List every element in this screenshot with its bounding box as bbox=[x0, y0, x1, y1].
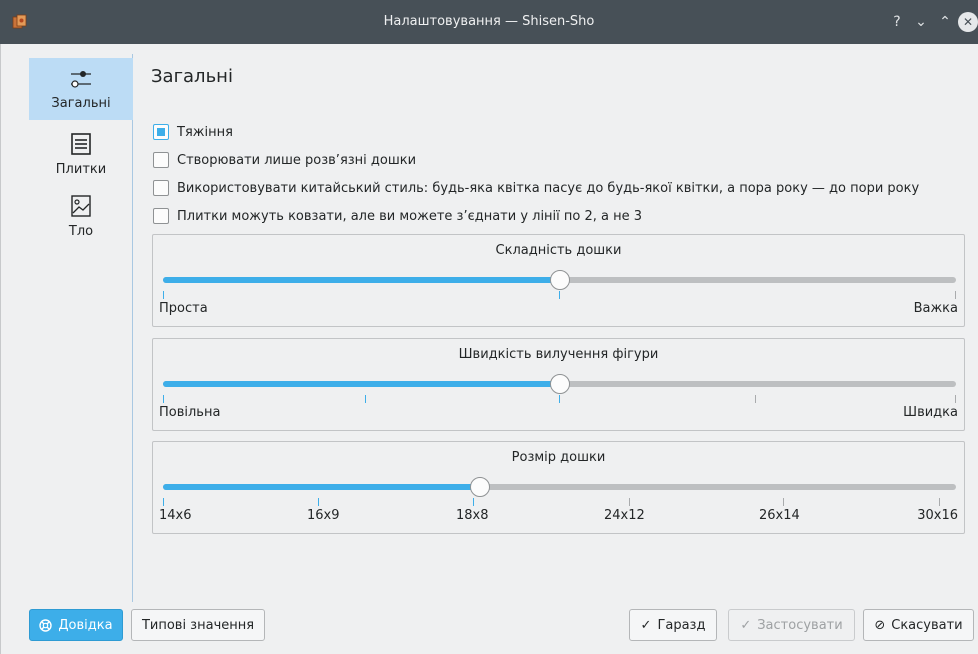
chinese-style-checkbox[interactable] bbox=[153, 180, 169, 196]
minimize-button[interactable]: ⌄ bbox=[912, 13, 930, 31]
sidebar-item-tiles[interactable]: Плитки bbox=[29, 124, 133, 186]
slider-labels: Проста Важка bbox=[159, 301, 958, 317]
check-icon: ✓ bbox=[640, 617, 652, 633]
group-title: Складність дошки bbox=[495, 243, 622, 258]
settings-sidebar: Загальні Плитки Тло bbox=[13, 54, 133, 602]
check-icon: ✓ bbox=[740, 617, 752, 633]
option-label: Плитки можуть ковзати, але ви можете з’є… bbox=[177, 208, 643, 224]
settings-dialog: Загальні Плитки Тло Загальні Тяжіння Ств… bbox=[0, 44, 978, 654]
removal-speed-slider[interactable] bbox=[163, 373, 956, 395]
board-difficulty-slider[interactable] bbox=[163, 269, 956, 291]
max-label: Важка bbox=[913, 301, 958, 316]
sidebar-item-label: Плитки bbox=[55, 162, 107, 177]
slider-handle[interactable] bbox=[550, 374, 570, 394]
sidebar-item-label: Тло bbox=[68, 224, 94, 239]
slider-ticks bbox=[163, 291, 956, 301]
slider-fill bbox=[163, 484, 480, 490]
maximize-button[interactable]: ⌃ bbox=[936, 13, 954, 31]
sidebar-item-background[interactable]: Тло bbox=[29, 186, 133, 248]
slider-tick bbox=[939, 498, 940, 506]
board-difficulty-group: Складність дошки Проста Важка bbox=[152, 234, 965, 327]
slider-handle[interactable] bbox=[550, 270, 570, 290]
slider-handle[interactable] bbox=[470, 477, 490, 497]
slider-tick bbox=[629, 498, 630, 506]
page-title: Загальні bbox=[151, 66, 233, 87]
size-label: 24x12 bbox=[604, 508, 645, 523]
option-chinese-style[interactable]: Використовувати китайський стиль: будь-я… bbox=[153, 179, 919, 197]
help-button-label: Довідка bbox=[58, 617, 113, 633]
option-sliding-tiles[interactable]: Плитки можуть ковзати, але ви можете з’є… bbox=[153, 207, 642, 225]
help-button[interactable]: Довідка bbox=[29, 609, 123, 641]
slider-tick bbox=[163, 291, 164, 299]
size-label: 18x8 bbox=[456, 508, 489, 523]
group-title: Розмір дошки bbox=[511, 450, 606, 465]
slider-tick bbox=[955, 291, 956, 299]
min-label: Повільна bbox=[159, 405, 221, 420]
option-label: Тяжіння bbox=[177, 124, 233, 140]
board-size-slider[interactable] bbox=[163, 476, 956, 498]
apply-button[interactable]: ✓ Застосувати bbox=[728, 609, 855, 641]
slider-fill bbox=[163, 277, 560, 283]
size-label: 30x16 bbox=[917, 508, 958, 523]
slider-ticks bbox=[163, 395, 956, 405]
removal-speed-group: Швидкість вилучення фігури Повільна Швид… bbox=[152, 338, 965, 431]
max-label: Швидка bbox=[903, 405, 958, 420]
cancel-button-label: Скасувати bbox=[891, 617, 963, 633]
lifebuoy-icon bbox=[39, 618, 53, 632]
option-gravity[interactable]: Тяжіння bbox=[153, 123, 233, 141]
slider-tick bbox=[559, 291, 560, 299]
slider-fill bbox=[163, 381, 560, 387]
slider-tick bbox=[163, 395, 164, 403]
tiles-icon bbox=[71, 133, 91, 155]
slider-labels: Повільна Швидка bbox=[159, 405, 958, 421]
defaults-button-label: Типові значення bbox=[141, 617, 255, 633]
slider-tick bbox=[365, 395, 366, 403]
group-title: Швидкість вилучення фігури bbox=[458, 347, 659, 362]
size-label: 14x6 bbox=[159, 508, 192, 523]
window-titlebar: Налаштовування — Shisen-Sho ? ⌄ ⌃ ✕ bbox=[0, 0, 978, 44]
image-icon bbox=[71, 195, 91, 217]
slider-tick bbox=[755, 395, 756, 403]
slider-ticks bbox=[163, 498, 956, 508]
sidebar-item-general[interactable]: Загальні bbox=[29, 58, 133, 120]
option-label: Створювати лише розв’язні дошки bbox=[177, 152, 417, 168]
ok-button-label: Гаразд bbox=[657, 617, 706, 633]
sliding-tiles-checkbox[interactable] bbox=[153, 208, 169, 224]
apply-button-label: Застосувати bbox=[757, 617, 843, 633]
min-label: Проста bbox=[159, 301, 208, 316]
slider-tick bbox=[318, 498, 319, 506]
gravity-checkbox[interactable] bbox=[153, 124, 169, 140]
board-size-group: Розмір дошки 14x6 16x9 18x8 24x12 26x14 … bbox=[152, 441, 965, 534]
slider-tick bbox=[783, 498, 784, 506]
close-button[interactable]: ✕ bbox=[958, 12, 978, 32]
slider-tick bbox=[163, 498, 164, 506]
help-title-button[interactable]: ? bbox=[888, 13, 906, 31]
cancel-button[interactable]: ⊘ Скасувати bbox=[863, 609, 974, 641]
option-label: Використовувати китайський стиль: будь-я… bbox=[177, 180, 920, 196]
solvable-checkbox[interactable] bbox=[153, 152, 169, 168]
sliders-icon bbox=[71, 71, 91, 88]
size-label: 16x9 bbox=[307, 508, 340, 523]
slider-tick bbox=[473, 498, 474, 506]
option-solvable[interactable]: Створювати лише розв’язні дошки bbox=[153, 151, 416, 169]
window-title: Налаштовування — Shisen-Sho bbox=[383, 14, 595, 29]
defaults-button[interactable]: Типові значення bbox=[131, 609, 265, 641]
ok-button[interactable]: ✓ Гаразд bbox=[629, 609, 717, 641]
sidebar-item-label: Загальні bbox=[51, 96, 111, 111]
slider-tick bbox=[955, 395, 956, 403]
slider-tick bbox=[559, 395, 560, 403]
size-label: 26x14 bbox=[759, 508, 800, 523]
slider-labels: 14x6 16x9 18x8 24x12 26x14 30x16 bbox=[159, 508, 958, 524]
cancel-icon: ⊘ bbox=[874, 617, 886, 633]
